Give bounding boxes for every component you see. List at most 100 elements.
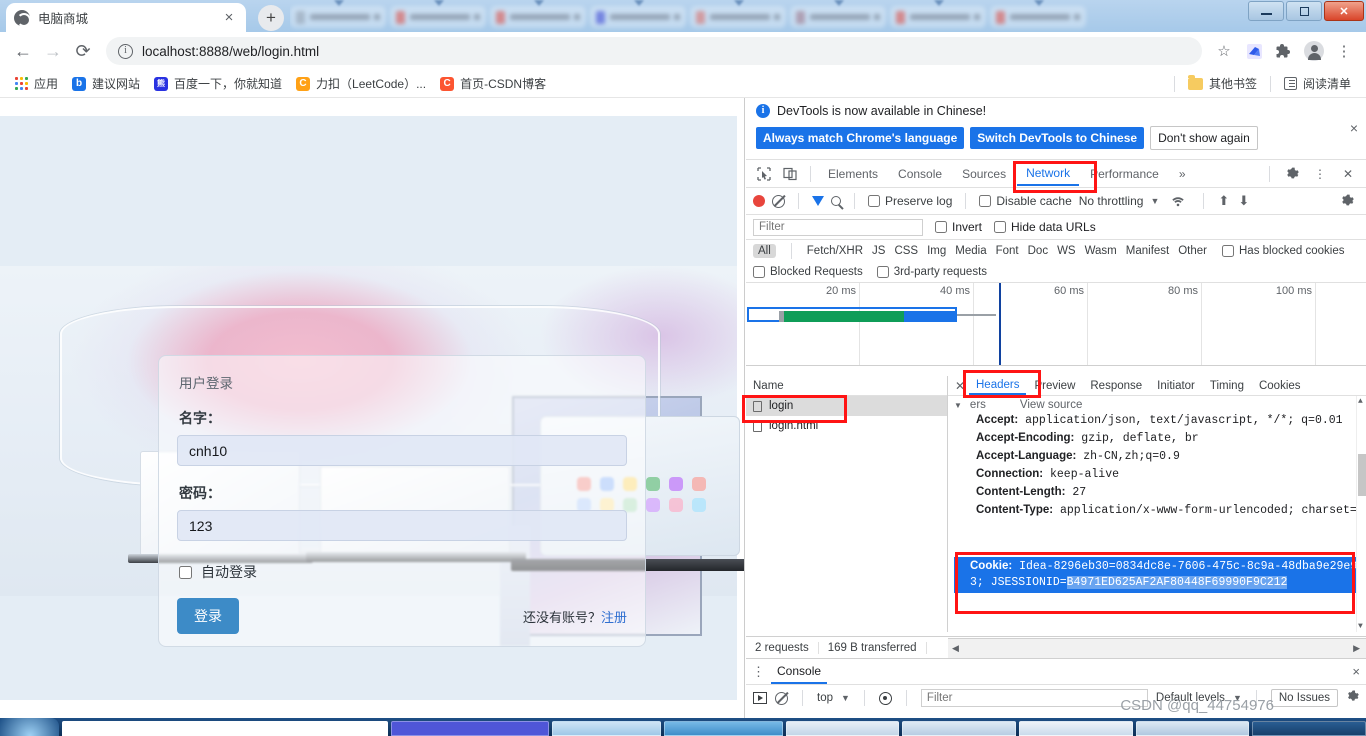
devtools-menu-icon[interactable]: ⋮: [1308, 163, 1332, 185]
scrollbar-thumb[interactable]: [1358, 454, 1366, 496]
type-filter-ws[interactable]: WS: [1057, 245, 1076, 257]
disable-cache-row[interactable]: Disable cache: [979, 194, 1072, 208]
chevron-down-icon[interactable]: ▼: [841, 693, 850, 703]
back-icon[interactable]: ←: [8, 36, 38, 66]
bookmark-item-3[interactable]: C 首页-CSDN博客: [433, 73, 553, 94]
disable-cache-checkbox[interactable]: [979, 195, 992, 207]
throttling-select[interactable]: No throttling: [1079, 194, 1144, 208]
detail-close-icon[interactable]: ✕: [952, 379, 968, 393]
record-button[interactable]: [753, 195, 765, 207]
has-blocked-cookies-checkbox[interactable]: [1222, 245, 1234, 257]
always-match-language-button[interactable]: Always match Chrome's language: [756, 127, 965, 149]
type-filter-doc[interactable]: Doc: [1028, 245, 1048, 257]
type-filter-css[interactable]: CSS: [894, 245, 918, 257]
network-filter-input[interactable]: [753, 218, 923, 236]
request-headers-section[interactable]: ▼ ers View source: [954, 399, 1366, 411]
no-issues-button[interactable]: No Issues: [1270, 689, 1338, 707]
tab-elements[interactable]: Elements: [819, 163, 887, 185]
clear-network-icon[interactable]: [772, 194, 785, 208]
drawer-close-icon[interactable]: ×: [1352, 664, 1360, 679]
drawer-menu-icon[interactable]: ⋮: [752, 664, 765, 680]
taskbar-item[interactable]: [785, 721, 900, 736]
search-icon[interactable]: [831, 196, 841, 206]
export-har-icon[interactable]: ⬇: [1237, 193, 1250, 209]
other-bookmarks-button[interactable]: 其他书签: [1181, 73, 1264, 94]
network-conditions-icon[interactable]: [1166, 190, 1190, 212]
detail-tab-preview[interactable]: Preview: [1027, 378, 1082, 394]
minimize-button[interactable]: [1248, 1, 1284, 21]
bookmark-apps[interactable]: 应用: [8, 73, 65, 94]
chrome-menu-icon[interactable]: ⋮: [1330, 37, 1358, 65]
switch-devtools-chinese-button[interactable]: Switch DevTools to Chinese: [970, 127, 1145, 149]
bookmark-item-0[interactable]: b 建议网站: [65, 73, 147, 94]
detail-horizontal-scrollbar[interactable]: ◀ ▶: [948, 638, 1366, 658]
type-filter-js[interactable]: JS: [872, 245, 885, 257]
console-sidebar-icon[interactable]: [753, 692, 767, 704]
taskbar-item[interactable]: [391, 721, 550, 736]
password-input[interactable]: [177, 510, 627, 541]
scroll-right-icon[interactable]: ▶: [1353, 643, 1360, 654]
filter-funnel-icon[interactable]: [812, 196, 824, 206]
start-button[interactable]: [0, 718, 60, 736]
bookmark-item-2[interactable]: C 力扣（LeetCode）...: [289, 73, 433, 94]
reload-icon[interactable]: ⟳: [68, 36, 98, 66]
request-row-login[interactable]: login: [746, 396, 947, 416]
inspect-element-icon[interactable]: [752, 163, 776, 185]
taskbar-item[interactable]: [62, 721, 389, 736]
dont-show-again-button[interactable]: Don't show again: [1150, 126, 1258, 150]
blocked-requests-checkbox[interactable]: [753, 266, 765, 278]
banner-close-icon[interactable]: ×: [1350, 120, 1358, 136]
preserve-log-row[interactable]: Preserve log: [868, 194, 952, 208]
address-bar[interactable]: i localhost:8888/web/login.html: [106, 37, 1202, 65]
type-filter-other[interactable]: Other: [1178, 245, 1207, 257]
type-filter-all[interactable]: All: [753, 244, 776, 258]
type-filter-media[interactable]: Media: [955, 245, 986, 257]
console-filter-input[interactable]: [920, 689, 1148, 707]
detail-tab-initiator[interactable]: Initiator: [1150, 378, 1202, 394]
device-toolbar-icon[interactable]: [778, 163, 802, 185]
console-context-select[interactable]: top: [817, 692, 833, 704]
type-filter-font[interactable]: Font: [996, 245, 1019, 257]
hide-data-urls-row[interactable]: Hide data URLs: [994, 220, 1096, 234]
live-expression-eye-icon[interactable]: [878, 691, 892, 705]
tab-more-panels[interactable]: »: [1170, 163, 1195, 185]
taskbar-item[interactable]: [902, 721, 1017, 736]
tab-network[interactable]: Network: [1017, 162, 1080, 186]
invert-checkbox[interactable]: [935, 221, 947, 233]
new-tab-button[interactable]: +: [258, 5, 284, 31]
window-close-button[interactable]: ✕: [1324, 1, 1364, 21]
request-row-login-html[interactable]: login.html: [746, 416, 947, 436]
import-har-icon[interactable]: ⬆: [1217, 193, 1230, 209]
tab-sources[interactable]: Sources: [953, 163, 1015, 185]
taskbar-item[interactable]: [1252, 721, 1366, 736]
drawer-tab-console[interactable]: Console: [771, 660, 828, 684]
header-row-cookie[interactable]: Cookie: Idea-8296eb30=0834dc8e-7606-475c…: [954, 557, 1357, 593]
register-link[interactable]: 注册: [601, 610, 627, 625]
preserve-log-checkbox[interactable]: [868, 195, 880, 207]
taskbar-item[interactable]: [664, 721, 783, 736]
chevron-down-icon[interactable]: ▼: [1150, 196, 1159, 206]
third-party-requests-row[interactable]: 3rd-party requests: [876, 266, 987, 278]
settings-gear-icon[interactable]: [1280, 163, 1304, 185]
type-filter-wasm[interactable]: Wasm: [1085, 245, 1117, 257]
third-party-requests-checkbox[interactable]: [876, 266, 889, 278]
detail-tab-timing[interactable]: Timing: [1203, 378, 1251, 394]
bookmark-item-1[interactable]: 熊 百度一下，你就知道: [147, 73, 289, 94]
profile-avatar-icon[interactable]: [1300, 37, 1328, 65]
extension-bird-icon[interactable]: [1240, 37, 1268, 65]
close-icon[interactable]: ×: [220, 9, 238, 26]
reading-list-button[interactable]: 阅读清单: [1277, 73, 1358, 94]
view-source-link[interactable]: View source: [1020, 399, 1082, 411]
has-blocked-cookies-row[interactable]: Has blocked cookies: [1222, 245, 1344, 257]
chevron-down-icon[interactable]: ▼: [954, 401, 962, 410]
devtools-close-icon[interactable]: ✕: [1336, 163, 1360, 185]
headers-scrollbar[interactable]: ▲ ▼: [1356, 396, 1366, 632]
bookmark-star-icon[interactable]: ☆: [1210, 37, 1238, 65]
forward-icon[interactable]: →: [38, 36, 68, 66]
extensions-puzzle-icon[interactable]: [1270, 37, 1298, 65]
network-settings-gear-icon[interactable]: [1335, 190, 1359, 212]
detail-tab-headers[interactable]: Headers: [969, 377, 1027, 395]
taskbar-item[interactable]: [552, 721, 662, 736]
detail-tab-cookies[interactable]: Cookies: [1252, 378, 1308, 394]
console-settings-gear-icon[interactable]: [1346, 690, 1359, 706]
